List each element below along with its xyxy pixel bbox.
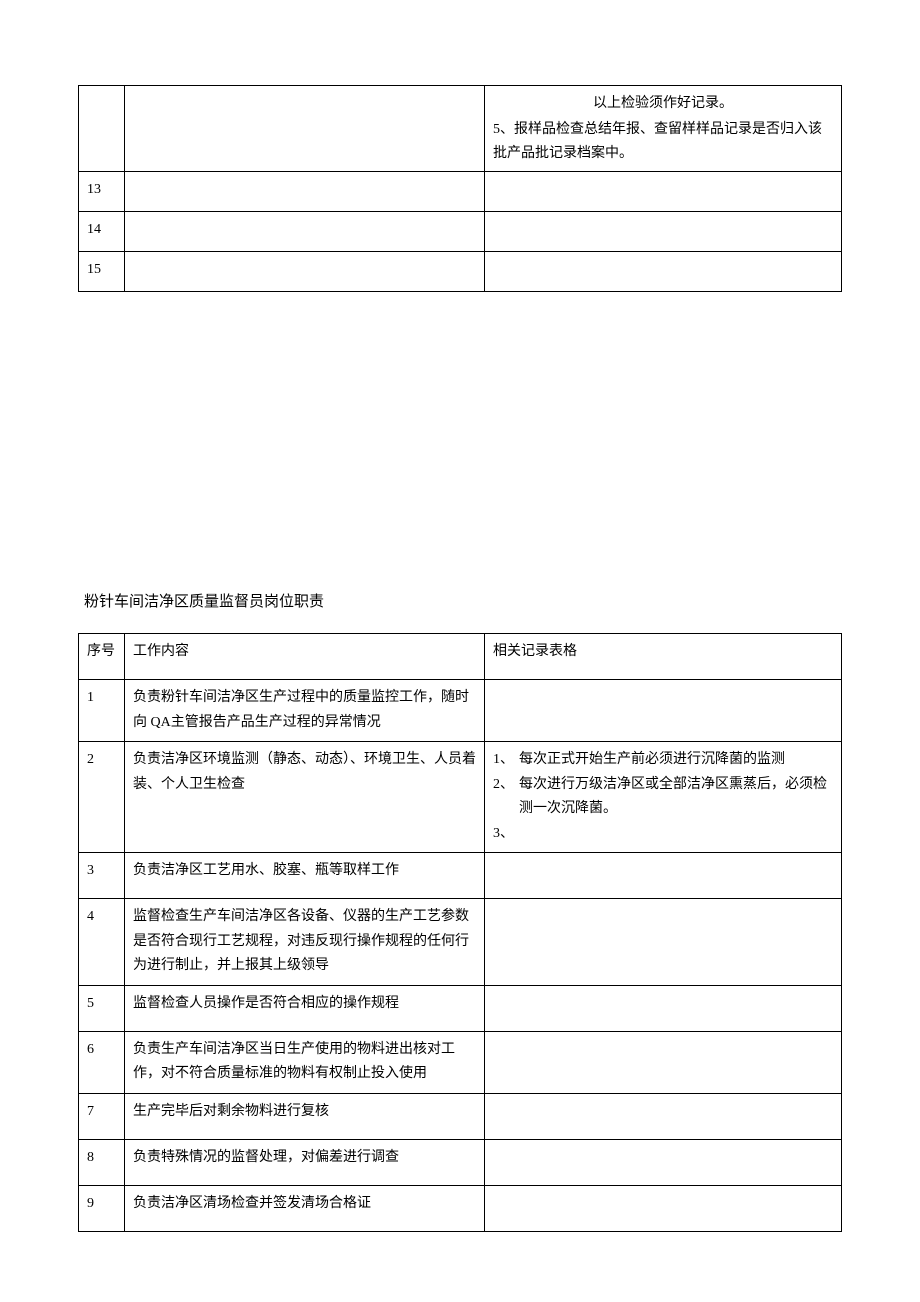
cell-work: 负责洁净区工艺用水、胶塞、瓶等取样工作 xyxy=(125,853,485,899)
cell-num: 9 xyxy=(79,1185,125,1231)
header-num: 序号 xyxy=(79,634,125,680)
cell-record xyxy=(485,1093,842,1139)
header-work: 工作内容 xyxy=(125,634,485,680)
table-row: 以上检验须作好记录。 5、报样品检查总结年报、查留样样品记录是否归入该批产品批记… xyxy=(79,86,842,172)
record-text: 以上检验须作好记录。 xyxy=(493,92,833,118)
record-text: 5、报样品检查总结年报、查留样样品记录是否归入该批产品批记录档案中。 xyxy=(493,118,833,166)
table-row: 7 生产完毕后对剩余物料进行复核 xyxy=(79,1093,842,1139)
cell-record xyxy=(485,212,842,252)
cell-work: 负责洁净区清场检查并签发清场合格证 xyxy=(125,1185,485,1231)
table-row: 13 xyxy=(79,172,842,212)
cell-work: 负责特殊情况的监督处理，对偏差进行调查 xyxy=(125,1139,485,1185)
cell-work: 生产完毕后对剩余物料进行复核 xyxy=(125,1093,485,1139)
cell-num: 8 xyxy=(79,1139,125,1185)
table-row: 15 xyxy=(79,252,842,292)
table-row: 9 负责洁净区清场检查并签发清场合格证 xyxy=(79,1185,842,1231)
cell-num: 14 xyxy=(79,212,125,252)
table-header-row: 序号 工作内容 相关记录表格 xyxy=(79,634,842,680)
table-row: 14 xyxy=(79,212,842,252)
cell-record xyxy=(485,1185,842,1231)
cell-record xyxy=(485,252,842,292)
cell-record xyxy=(485,1031,842,1093)
table-row: 3 负责洁净区工艺用水、胶塞、瓶等取样工作 xyxy=(79,853,842,899)
table-row: 8 负责特殊情况的监督处理，对偏差进行调查 xyxy=(79,1139,842,1185)
header-record: 相关记录表格 xyxy=(485,634,842,680)
cell-num: 15 xyxy=(79,252,125,292)
cell-work: 负责粉针车间洁净区生产过程中的质量监控工作，随时向 QA主管报告产品生产过程的异… xyxy=(125,680,485,742)
table-2: 序号 工作内容 相关记录表格 1 负责粉针车间洁净区生产过程中的质量监控工作，随… xyxy=(78,633,842,1232)
item-number: 2、 xyxy=(493,773,519,822)
cell-record xyxy=(485,172,842,212)
item-text xyxy=(519,822,833,847)
cell-num: 3 xyxy=(79,853,125,899)
cell-num: 13 xyxy=(79,172,125,212)
cell-num: 4 xyxy=(79,899,125,986)
cell-work: 监督检查生产车间洁净区各设备、仪器的生产工艺参数是否符合现行工艺规程，对违反现行… xyxy=(125,899,485,986)
table-1-continuation: 以上检验须作好记录。 5、报样品检查总结年报、查留样样品记录是否归入该批产品批记… xyxy=(78,85,842,292)
cell-record xyxy=(485,899,842,986)
cell-num: 5 xyxy=(79,985,125,1031)
cell-num: 7 xyxy=(79,1093,125,1139)
cell-record xyxy=(485,680,842,742)
record-item: 2、 每次进行万级洁净区或全部洁净区熏蒸后，必须检测一次沉降菌。 xyxy=(493,773,833,822)
cell-record: 1、 每次正式开始生产前必须进行沉降菌的监测 2、 每次进行万级洁净区或全部洁净… xyxy=(485,742,842,853)
cell-work: 负责洁净区环境监测（静态、动态）、环境卫生、人员着装、个人卫生检查 xyxy=(125,742,485,853)
cell-record xyxy=(485,985,842,1031)
cell-num: 1 xyxy=(79,680,125,742)
cell-num xyxy=(79,86,125,172)
table-row: 1 负责粉针车间洁净区生产过程中的质量监控工作，随时向 QA主管报告产品生产过程… xyxy=(79,680,842,742)
section-title: 粉针车间洁净区质量监督员岗位职责 xyxy=(84,590,842,611)
cell-work: 监督检查人员操作是否符合相应的操作规程 xyxy=(125,985,485,1031)
cell-num: 6 xyxy=(79,1031,125,1093)
item-text: 每次正式开始生产前必须进行沉降菌的监测 xyxy=(519,748,833,773)
table-row: 5 监督检查人员操作是否符合相应的操作规程 xyxy=(79,985,842,1031)
table-row: 6 负责生产车间洁净区当日生产使用的物料进出核对工作，对不符合质量标准的物料有权… xyxy=(79,1031,842,1093)
cell-work: 负责生产车间洁净区当日生产使用的物料进出核对工作，对不符合质量标准的物料有权制止… xyxy=(125,1031,485,1093)
cell-work xyxy=(125,86,485,172)
cell-work xyxy=(125,252,485,292)
cell-record xyxy=(485,853,842,899)
cell-work xyxy=(125,212,485,252)
cell-num: 2 xyxy=(79,742,125,853)
record-item: 3、 xyxy=(493,822,833,847)
cell-record xyxy=(485,1139,842,1185)
item-text: 每次进行万级洁净区或全部洁净区熏蒸后，必须检测一次沉降菌。 xyxy=(519,773,833,822)
cell-work xyxy=(125,172,485,212)
table-row: 4 监督检查生产车间洁净区各设备、仪器的生产工艺参数是否符合现行工艺规程，对违反… xyxy=(79,899,842,986)
table-row: 2 负责洁净区环境监测（静态、动态）、环境卫生、人员着装、个人卫生检查 1、 每… xyxy=(79,742,842,853)
cell-record: 以上检验须作好记录。 5、报样品检查总结年报、查留样样品记录是否归入该批产品批记… xyxy=(485,86,842,172)
item-number: 3、 xyxy=(493,822,519,847)
item-number: 1、 xyxy=(493,748,519,773)
record-item: 1、 每次正式开始生产前必须进行沉降菌的监测 xyxy=(493,748,833,773)
